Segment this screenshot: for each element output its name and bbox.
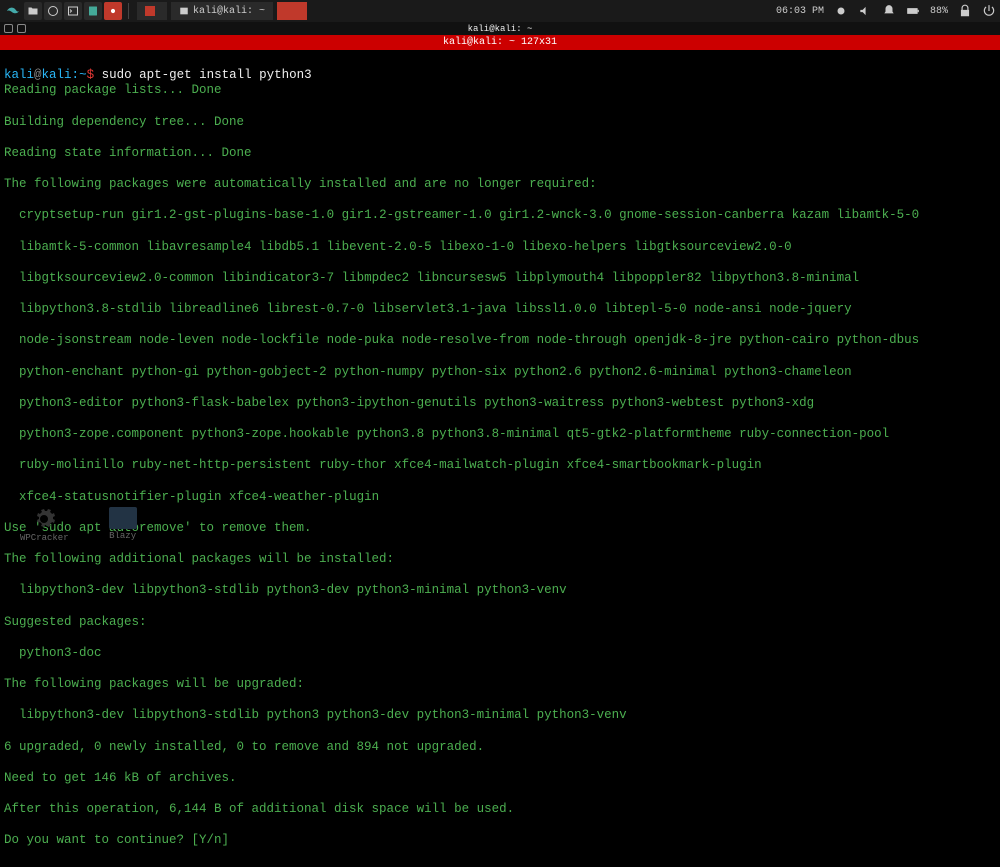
term-line: Do you want to continue? [Y/n] xyxy=(4,833,996,849)
term-line: libpython3.8-stdlib libreadline6 librest… xyxy=(4,302,996,318)
term-line: Reading state information... Done xyxy=(4,146,996,162)
folder-icon xyxy=(109,507,137,529)
taskbar-task-3[interactable] xyxy=(277,2,307,20)
term-line: 6 upgraded, 0 newly installed, 0 to remo… xyxy=(4,740,996,756)
term-line: After this operation, 6,144 B of additio… xyxy=(4,802,996,818)
prompt-dollar: $ xyxy=(87,68,102,82)
tool-icon[interactable] xyxy=(104,2,122,20)
prompt-host: kali xyxy=(42,68,72,82)
term-line: libpython3-dev libpython3-stdlib python3… xyxy=(4,708,996,724)
term-line: The following packages will be upgraded: xyxy=(4,677,996,693)
term-line: Suggested packages: xyxy=(4,615,996,631)
clock[interactable]: 06:03 PM xyxy=(776,6,824,17)
term-line: python3-zope.component python3-zope.hook… xyxy=(4,427,996,443)
record-icon[interactable] xyxy=(834,4,848,18)
prompt-at: @ xyxy=(34,68,42,82)
battery-icon[interactable] xyxy=(906,4,920,18)
taskbar-task-2[interactable]: kali@kali: ~ xyxy=(171,2,273,20)
term-line: cryptsetup-run gir1.2-gst-plugins-base-1… xyxy=(4,208,996,224)
terminal-icon[interactable] xyxy=(64,2,82,20)
window-mini-title: kali@kali: ~ xyxy=(468,24,533,34)
term-line: Reading package lists... Done xyxy=(4,83,996,99)
term-line: python3-doc xyxy=(4,646,996,662)
term-line: ruby-molinillo ruby-net-http-persistent … xyxy=(4,458,996,474)
desktop-label: WPCracker xyxy=(20,533,69,543)
terminal-output[interactable]: kali@kali:~$ sudo apt-get install python… xyxy=(0,50,1000,867)
term-line: Building dependency tree... Done xyxy=(4,115,996,131)
power-icon[interactable] xyxy=(982,4,996,18)
prompt-user: kali xyxy=(4,68,34,82)
desktop-item-wpcracker[interactable]: WPCracker xyxy=(20,507,69,543)
lock-icon[interactable] xyxy=(958,4,972,18)
prompt-command: sudo apt-get install python3 xyxy=(102,68,312,82)
term-line: Use 'sudo apt autoremove' to remove them… xyxy=(4,521,996,537)
term-line: Need to get 146 kB of archives. xyxy=(4,771,996,787)
gear-icon xyxy=(32,507,56,531)
prompt-colon: : xyxy=(72,68,80,82)
window-titlebar-inner: kali@kali: ~ 127x31 xyxy=(0,35,1000,50)
window-titlebar-outer[interactable]: kali@kali: ~ xyxy=(0,22,1000,35)
term-line: xfce4-statusnotifier-plugin xfce4-weathe… xyxy=(4,490,996,506)
desktop-icons: WPCracker Blazy xyxy=(20,507,137,543)
window-control-icon[interactable] xyxy=(4,24,13,33)
taskbar-left: kali@kali: ~ xyxy=(4,2,307,20)
term-line: libgtksourceview2.0-common libindicator3… xyxy=(4,271,996,287)
window-red-title: kali@kali: ~ 127x31 xyxy=(443,37,557,48)
editor-icon[interactable] xyxy=(84,2,102,20)
taskbar-task-1[interactable] xyxy=(137,2,167,20)
term-line: node-jsonstream node-leven node-lockfile… xyxy=(4,333,996,349)
task-label: kali@kali: ~ xyxy=(193,6,265,17)
window-control-icon[interactable] xyxy=(17,24,26,33)
term-line: python-enchant python-gi python-gobject-… xyxy=(4,365,996,381)
term-line: The following additional packages will b… xyxy=(4,552,996,568)
taskbar-right: 06:03 PM 88% xyxy=(776,4,996,18)
prompt-path: ~ xyxy=(79,68,87,82)
term-line: python3-editor python3-flask-babelex pyt… xyxy=(4,396,996,412)
files-icon[interactable] xyxy=(24,2,42,20)
term-line: libpython3-dev libpython3-stdlib python3… xyxy=(4,583,996,599)
term-line: libamtk-5-common libavresample4 libdb5.1… xyxy=(4,240,996,256)
app-menu-icon[interactable] xyxy=(4,2,22,20)
taskbar: kali@kali: ~ 06:03 PM 88% xyxy=(0,0,1000,22)
desktop-item-blazy[interactable]: Blazy xyxy=(109,507,137,543)
battery-text: 88% xyxy=(930,6,948,17)
desktop-label: Blazy xyxy=(109,531,136,541)
term-line: The following packages were automaticall… xyxy=(4,177,996,193)
notifications-icon[interactable] xyxy=(882,4,896,18)
browser-icon[interactable] xyxy=(44,2,62,20)
volume-icon[interactable] xyxy=(858,4,872,18)
